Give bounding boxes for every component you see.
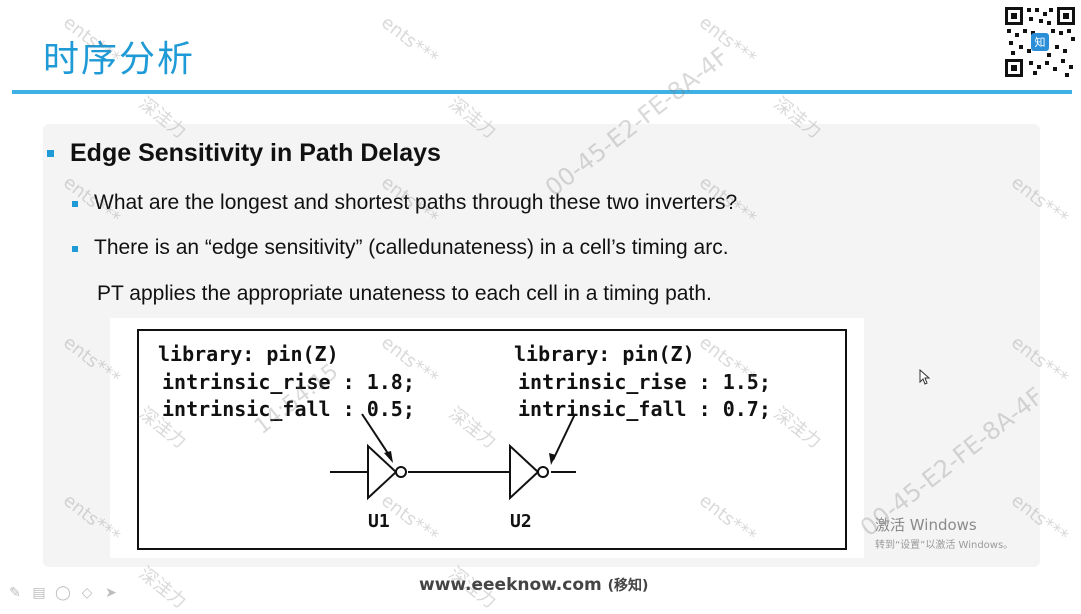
eraser-icon[interactable]: ◇ bbox=[78, 584, 96, 602]
bullet-icon bbox=[47, 150, 54, 157]
bullet-text: There is an “edge sensitivity” (calledun… bbox=[94, 236, 729, 259]
pen-icon[interactable]: ✎ bbox=[6, 584, 24, 602]
qr-code-icon: 知 bbox=[1003, 5, 1077, 79]
bullet-icon bbox=[72, 246, 78, 252]
footer-site-url: www.eeeknow.com bbox=[419, 575, 602, 595]
pointer-icon[interactable]: ➤ bbox=[102, 584, 120, 602]
footer-site: www.eeeknow.com (移知) bbox=[419, 575, 648, 595]
mouse-cursor-icon bbox=[919, 368, 931, 389]
section-heading: Edge Sensitivity in Path Delays bbox=[70, 139, 441, 167]
windows-activation-title: 激活 Windows bbox=[875, 516, 977, 534]
presentation-toolbar: ✎ ▤ ◯ ◇ ➤ bbox=[6, 584, 120, 602]
watermark-text: ents*** bbox=[377, 12, 442, 70]
bullet-continuation: PT applies the appropriate unateness to … bbox=[97, 282, 712, 305]
title-divider bbox=[12, 90, 1072, 94]
circle-icon[interactable]: ◯ bbox=[54, 584, 72, 602]
footer-site-suffix: (移知) bbox=[607, 578, 649, 594]
cell-label-u2: U2 bbox=[510, 511, 532, 532]
code-line: library: pin(Z) bbox=[514, 342, 695, 366]
code-line: library: pin(Z) bbox=[158, 342, 339, 366]
slides-icon[interactable]: ▤ bbox=[30, 584, 48, 602]
windows-activation-subtitle: 转到“设置”以激活 Windows。 bbox=[875, 540, 1014, 551]
code-line: intrinsic_fall : 0.7; bbox=[518, 397, 771, 421]
watermark-text: 深洼力 bbox=[134, 563, 191, 613]
svg-text:知: 知 bbox=[1035, 35, 1046, 49]
